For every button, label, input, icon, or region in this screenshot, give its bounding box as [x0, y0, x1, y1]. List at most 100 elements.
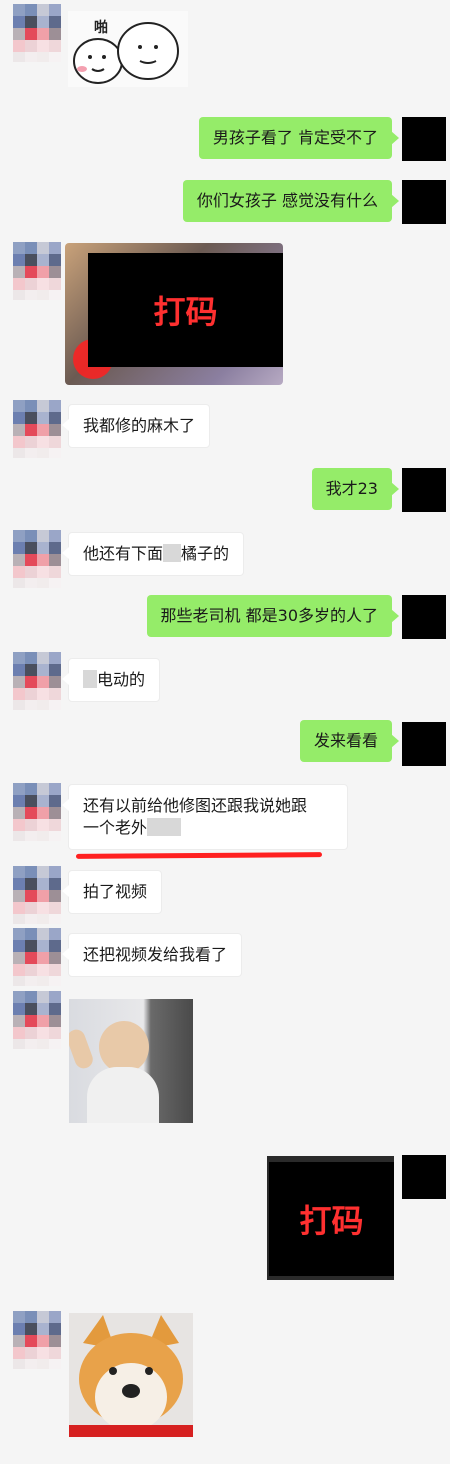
avatar-pixel [25, 412, 37, 424]
avatar-pixel [25, 1027, 37, 1039]
avatar-pixel [25, 795, 37, 807]
avatar-pixel [13, 278, 25, 290]
avatar-pixel [49, 1311, 61, 1323]
avatar-pixel [49, 902, 61, 914]
avatar-pixel [25, 866, 37, 878]
avatar-pixel [49, 254, 61, 266]
avatar-pixel [49, 424, 61, 436]
avatar-pixel [49, 566, 61, 578]
avatar-left[interactable] [13, 928, 61, 986]
avatar-pixel [13, 688, 25, 700]
avatar-pixel [49, 436, 61, 448]
avatar-pixel [37, 542, 49, 554]
message-bubble-right[interactable]: 发来看看 [299, 720, 400, 762]
avatar-right[interactable] [402, 468, 446, 512]
avatar-pixel [25, 542, 37, 554]
message-bubble-right[interactable]: 你们女孩子 感觉没有什么 [182, 180, 400, 222]
avatar-pixel [13, 16, 25, 28]
avatar-pixel [13, 1027, 25, 1039]
avatar-pixel [37, 1027, 49, 1039]
avatar-pixel [13, 795, 25, 807]
avatar-pixel [37, 1323, 49, 1335]
message-bubble-left[interactable]: 还把视频发给我看了 [61, 933, 243, 977]
message-bubble-left[interactable]: 还有以前给他修图还跟我说她跟 一个老外 [62, 784, 348, 850]
avatar-left[interactable] [13, 4, 61, 62]
avatar-left[interactable] [13, 991, 61, 1049]
message-bubble-left[interactable]: 他还有下面 橘子的 [61, 532, 245, 576]
avatar-pixel [25, 554, 37, 566]
avatar-pixel [37, 1039, 49, 1049]
avatar-pixel [25, 688, 37, 700]
avatar-pixel [25, 242, 37, 254]
avatar-pixel [37, 412, 49, 424]
avatar-pixel [49, 530, 61, 542]
message-bubble-right[interactable]: 男孩子看了 肯定受不了 [198, 117, 400, 159]
avatar-pixel [25, 566, 37, 578]
avatar-pixel [25, 964, 37, 976]
avatar-pixel [49, 412, 61, 424]
avatar-pixel [37, 866, 49, 878]
avatar-left[interactable] [13, 242, 61, 300]
avatar-pixel [13, 436, 25, 448]
avatar-pixel [25, 1323, 37, 1335]
baby-sticker-image[interactable] [69, 999, 193, 1123]
avatar-pixel [49, 700, 61, 710]
avatar-pixel [37, 676, 49, 688]
avatar-pixel [25, 400, 37, 412]
avatar-pixel [37, 448, 49, 458]
avatar-pixel [25, 878, 37, 890]
avatar-pixel [37, 1359, 49, 1369]
avatar-pixel [25, 290, 37, 300]
avatar-pixel [37, 566, 49, 578]
blurred-word [83, 670, 97, 688]
avatar-pixel [25, 1003, 37, 1015]
avatar-pixel [49, 964, 61, 976]
avatar-pixel [13, 542, 25, 554]
avatar-pixel [13, 807, 25, 819]
avatar-pixel [25, 890, 37, 902]
avatar-left[interactable] [13, 400, 61, 458]
avatar-pixel [13, 1335, 25, 1347]
avatar-pixel [37, 902, 49, 914]
avatar-right[interactable] [402, 117, 446, 161]
mosaic-censor-block: 打码 [88, 253, 283, 367]
avatar-pixel [49, 28, 61, 40]
avatar-right[interactable] [402, 180, 446, 224]
avatar-pixel [25, 676, 37, 688]
avatar-left[interactable] [13, 530, 61, 588]
avatar-pixel [49, 448, 61, 458]
avatar-pixel [49, 688, 61, 700]
avatar-left[interactable] [13, 652, 61, 710]
avatar-pixel [49, 16, 61, 28]
avatar-left[interactable] [13, 1311, 61, 1369]
sticker-bear-image[interactable]: 啪 [68, 11, 188, 87]
avatar-pixel [37, 266, 49, 278]
avatar-pixel [13, 1015, 25, 1027]
red-underline-annotation [75, 852, 323, 859]
message-bubble-left[interactable]: 电动的 [61, 658, 161, 702]
avatar-pixel [37, 4, 49, 16]
avatar-pixel [37, 964, 49, 976]
avatar-left[interactable] [13, 783, 61, 841]
avatar-pixel [13, 28, 25, 40]
message-bubble-right[interactable]: 我才23 [311, 468, 400, 510]
avatar-pixel [13, 890, 25, 902]
avatar-pixel [37, 290, 49, 300]
avatar-right[interactable] [402, 1155, 446, 1199]
avatar-right[interactable] [402, 722, 446, 766]
avatar-pixel [13, 242, 25, 254]
message-bubble-right[interactable]: 那些老司机 都是30多岁的人了 [146, 595, 400, 637]
shiba-dog-sticker-image[interactable] [69, 1313, 193, 1437]
avatar-pixel [37, 688, 49, 700]
avatar-pixel [37, 554, 49, 566]
message-bubble-left[interactable]: 我都修的麻木了 [61, 404, 211, 448]
avatar-pixel [13, 40, 25, 52]
avatar-left[interactable] [13, 866, 61, 924]
avatar-pixel [49, 890, 61, 902]
avatar-right[interactable] [402, 595, 446, 639]
message-bubble-left[interactable]: 拍了视频 [61, 870, 163, 914]
avatar-pixel [13, 928, 25, 940]
avatar-pixel [49, 1347, 61, 1359]
avatar-pixel [37, 278, 49, 290]
avatar-pixel [37, 578, 49, 588]
